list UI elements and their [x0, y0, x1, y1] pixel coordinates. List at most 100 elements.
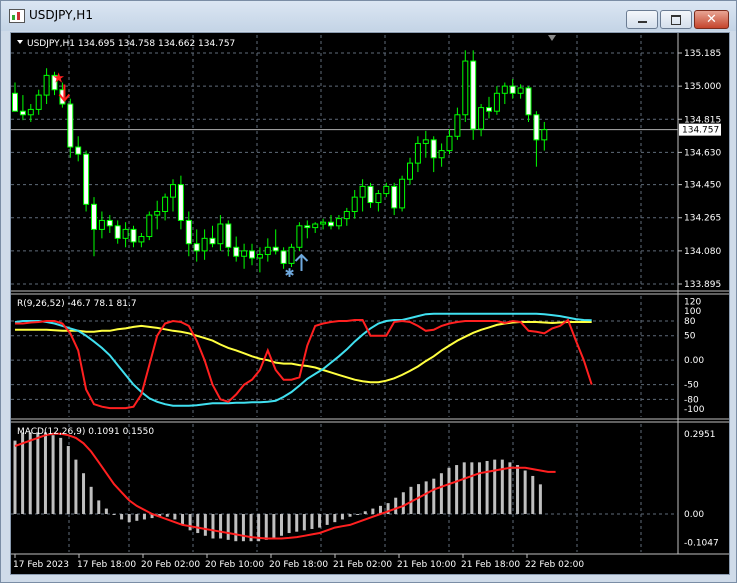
- window-title: USDJPY,H1: [29, 8, 93, 22]
- buy-arrow-icon: [294, 253, 309, 271]
- macd-histogram-bar: [36, 432, 40, 515]
- rsi-axis-label: 50: [684, 332, 696, 342]
- macd-histogram-bar: [59, 437, 63, 515]
- candle-bull: [335, 218, 342, 227]
- chart-area[interactable]: ★ ✱ 135.185 135.000 134.815 134.630 134.450 13…: [10, 32, 730, 575]
- macd-histogram-bar: [318, 514, 322, 528]
- macd-histogram-bar: [112, 514, 116, 516]
- rsi-axis-label: -80: [684, 395, 699, 405]
- candle-bull: [541, 129, 548, 141]
- rsi-lines: [14, 312, 593, 410]
- candle-bull: [375, 193, 382, 204]
- candle-bear: [367, 185, 374, 204]
- candle-bear: [83, 153, 90, 205]
- macd-axis-label: 0.00: [684, 510, 704, 520]
- rsi-axis-label: -100: [684, 405, 705, 415]
- candle-bull: [343, 210, 350, 220]
- minimize-icon: [638, 21, 647, 23]
- candle-bear: [280, 250, 287, 264]
- macd-histogram-bar: [348, 514, 352, 517]
- rsi-axis-label: 0.00: [684, 356, 704, 366]
- candle-bull: [359, 185, 366, 198]
- macd-histogram-bar: [485, 460, 489, 515]
- macd-histogram-bar: [226, 514, 230, 540]
- macd-histogram-bar: [219, 514, 223, 539]
- candle-bull: [98, 219, 105, 230]
- candle-bull: [478, 107, 485, 130]
- macd-histogram-bar: [424, 481, 428, 515]
- macd-histogram-bar: [51, 435, 55, 515]
- symbol-menu-icon[interactable]: [17, 40, 23, 44]
- macd-histogram-bar: [516, 465, 520, 515]
- candle-bear: [225, 223, 232, 248]
- price-axis-label: 135.000: [684, 82, 721, 92]
- macd-histogram-bar: [196, 514, 200, 534]
- rsi-axis-label: 100: [684, 307, 701, 317]
- macd-histogram-bar: [272, 514, 276, 539]
- candle-bear: [177, 184, 184, 221]
- macd-histogram-bar: [538, 484, 542, 515]
- current-price-label: 134.757: [682, 126, 719, 136]
- candle-bull: [501, 85, 508, 94]
- macd-histogram-bar: [493, 459, 497, 515]
- candle-bull: [162, 196, 169, 212]
- macd-axis-label: -0.1047: [684, 538, 719, 548]
- macd-histogram-bar: [287, 514, 291, 534]
- macd-histogram-bar: [82, 473, 86, 515]
- sell-star-icon: ★: [52, 71, 65, 87]
- candle-bull: [35, 94, 42, 110]
- macd-histogram-bar: [333, 514, 337, 523]
- macd-histogram-bar: [127, 514, 131, 523]
- candle-bear: [509, 85, 516, 94]
- candle-bull: [146, 214, 153, 238]
- maximize-button[interactable]: [660, 10, 692, 29]
- macd-histogram-bar: [302, 514, 306, 531]
- time-axis-label: 17 Feb 18:00: [77, 560, 136, 570]
- candle-bull: [170, 184, 176, 198]
- close-button[interactable]: ✕: [694, 10, 729, 29]
- candle-bull: [154, 210, 161, 216]
- shift-marker-icon[interactable]: [548, 35, 556, 41]
- candle-bull: [264, 246, 271, 255]
- candle-bear: [209, 237, 216, 245]
- macd-histogram-bar: [104, 508, 108, 515]
- candle-bull: [43, 74, 50, 96]
- price-axis-label: 135.185: [684, 49, 721, 59]
- macd-histogram-bar: [142, 514, 146, 520]
- minimize-button[interactable]: [626, 10, 658, 29]
- macd-histogram-bar: [181, 514, 185, 525]
- candle-bear: [114, 225, 121, 239]
- macd-histogram-bar: [363, 511, 367, 515]
- macd-histogram-bar: [310, 514, 314, 529]
- title-bar[interactable]: USDJPY,H1 ✕: [1, 1, 736, 31]
- macd-histogram-bar: [401, 492, 405, 515]
- macd-axis-label: 0.2951: [684, 430, 716, 440]
- candle-bear: [249, 250, 255, 259]
- time-axis-label: 21 Feb 10:00: [397, 560, 456, 570]
- candle-bull: [122, 228, 129, 239]
- candle-bull: [383, 185, 390, 195]
- candle-bear: [391, 185, 398, 209]
- candle-bull: [27, 108, 34, 116]
- candle-bull: [201, 237, 208, 252]
- candle-bull: [407, 162, 413, 180]
- candle-bull: [422, 139, 429, 144]
- candle-bear: [304, 225, 311, 229]
- candle-bull: [399, 178, 406, 209]
- candle-bull: [351, 196, 358, 212]
- macd-histogram-bar: [241, 514, 245, 542]
- macd-histogram-bar: [188, 514, 192, 531]
- macd-histogram-bar: [439, 473, 443, 515]
- candle-bull: [414, 142, 421, 164]
- rsi-axis-label: 80: [684, 317, 696, 327]
- main-header: USDJPY,H1 134.695 134.758 134.662 134.75…: [27, 39, 235, 49]
- chart-window: USDJPY,H1 ✕ ★ ✱ 135.185 135.000 134.815 134.…: [0, 0, 737, 583]
- candle-bear: [185, 219, 192, 245]
- chart-svg[interactable]: ★✱ 135.185135.000134.815134.630134.45013…: [11, 33, 729, 574]
- time-axis-label: 20 Feb 10:00: [205, 560, 264, 570]
- macd-histogram-bar: [97, 500, 101, 515]
- macd-histogram-bar: [500, 459, 504, 515]
- macd-histogram-bar: [66, 446, 70, 515]
- macd-histogram-bar: [165, 514, 169, 517]
- macd-series: [13, 432, 556, 542]
